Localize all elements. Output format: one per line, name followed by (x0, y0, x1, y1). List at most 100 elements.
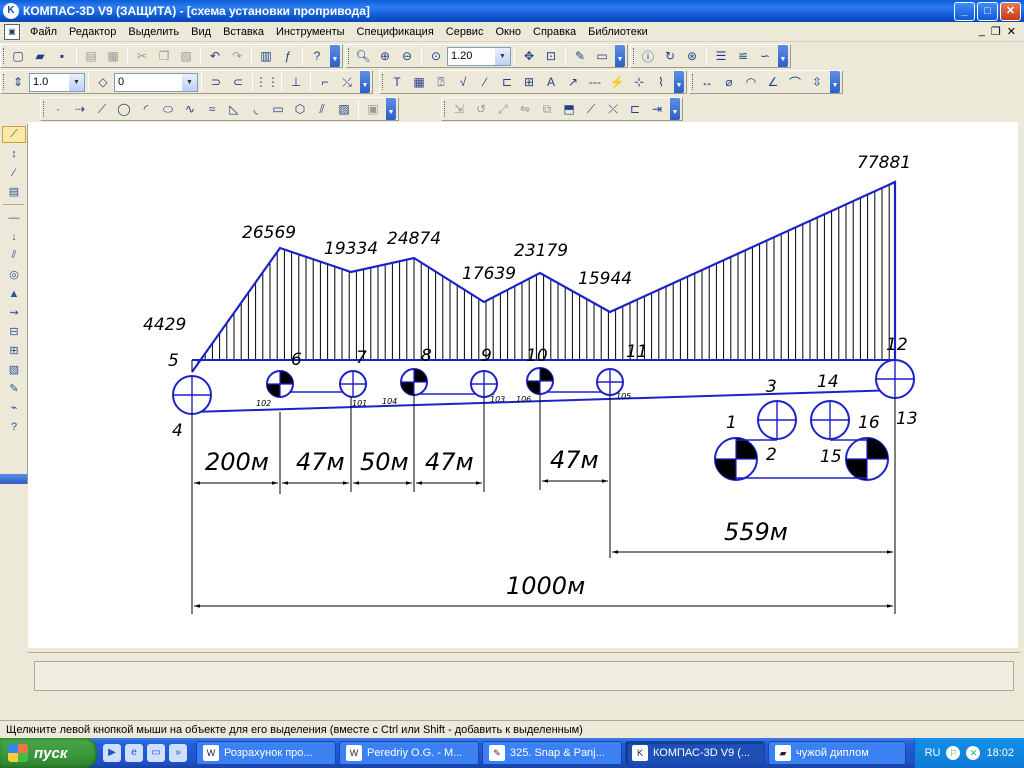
fragment-icon[interactable]: ⊟ (2, 323, 26, 340)
display-icon[interactable]: ▭ (591, 46, 613, 66)
center-mark-icon[interactable]: ⊹ (628, 72, 650, 92)
extend-icon[interactable]: ⇥ (646, 99, 668, 119)
line-width-combo[interactable]: 1.0 ▼ (29, 72, 85, 92)
drive-pulley[interactable] (400, 368, 428, 396)
hatch-icon[interactable]: ▨ (333, 99, 355, 119)
associative-views-icon[interactable]: ⇝ (2, 304, 26, 321)
height-dimension-icon[interactable]: ⇳ (806, 72, 828, 92)
properties-icon[interactable]: ☰ (710, 46, 732, 66)
angular-dimension-icon[interactable]: ∠ (762, 72, 784, 92)
quick-launch-more-icon[interactable]: » (169, 744, 187, 762)
chevron-down-icon[interactable]: ▼ (495, 47, 510, 65)
orthogonal-icon[interactable]: ⊥ (285, 72, 307, 92)
save-icon[interactable]: ▪ (51, 46, 73, 66)
arc-dimension-icon[interactable]: ⌒ (784, 72, 806, 92)
drive-pulley[interactable] (714, 437, 758, 481)
zoom-in-icon[interactable]: ⊕ (374, 46, 396, 66)
title-bar[interactable]: K КОМПАС-3D V9 (ЗАЩИТА) - [схема установ… (0, 0, 1024, 22)
pin-icon[interactable]: ⌁ (2, 399, 26, 416)
help-icon[interactable]: ? (2, 418, 26, 435)
deform-icon[interactable]: ⬒ (558, 99, 580, 119)
minimize-button[interactable]: _ (954, 1, 975, 21)
coordinates-icon[interactable]: ⤯ (336, 72, 358, 92)
line-icon[interactable]: — (2, 209, 26, 226)
open-folder-icon[interactable]: ▰ (29, 46, 51, 66)
clock[interactable]: 18:02 (986, 747, 1014, 759)
manager-icon[interactable]: ▥ (255, 46, 277, 66)
insert-icon[interactable]: ▧ (2, 361, 26, 378)
clip-icon[interactable]: ⊏ (624, 99, 646, 119)
cut-icon[interactable]: ✂ (131, 46, 153, 66)
trim-icon[interactable]: ⟋ (580, 99, 602, 119)
zoom-window-icon[interactable]: 🔍︎ (352, 46, 374, 66)
rectangle-icon[interactable]: ▭ (267, 99, 289, 119)
radial-dimension-icon[interactable]: ◠ (740, 72, 762, 92)
vertical-scrollbar[interactable] (1018, 122, 1024, 652)
drive-pulley[interactable] (266, 370, 294, 398)
macro-icon[interactable]: ✎ (2, 380, 26, 397)
task-word-rozrahunok[interactable]: W Розрахунок про... (196, 741, 336, 765)
volume-icon[interactable]: ✕ (966, 746, 981, 760)
print-icon[interactable]: ▤ (80, 46, 102, 66)
designations-panel-icon[interactable]: ∕ (2, 164, 26, 181)
menu-service[interactable]: Сервис (440, 22, 490, 42)
break-icon[interactable]: ⤫ (602, 99, 624, 119)
toolbar-overflow-icon[interactable]: ▼ (386, 98, 396, 120)
undo-icon[interactable]: ↶ (204, 46, 226, 66)
network-icon[interactable]: ⚐ (946, 746, 961, 760)
round-icon[interactable]: ⌐ (314, 72, 336, 92)
attributes-icon[interactable]: ∽ (754, 46, 776, 66)
ellipse-icon[interactable]: ⬭ (157, 99, 179, 119)
redo-icon[interactable]: ↷ (226, 46, 248, 66)
axis-icon[interactable]: --- (584, 72, 606, 92)
task-word-peredriy[interactable]: W Peredriy O.G. - M... (339, 741, 479, 765)
report-icon[interactable]: ⊞ (2, 342, 26, 359)
chevron-down-icon[interactable]: ▼ (182, 73, 197, 91)
mdi-minimize-button[interactable]: _ (979, 25, 985, 38)
measure-panel-icon[interactable]: ◎ (2, 266, 26, 283)
rotate-icon[interactable]: ↺ (470, 99, 492, 119)
show-all-icon[interactable]: ⊡ (540, 46, 562, 66)
polygon-icon[interactable]: ⬡ (289, 99, 311, 119)
paste-icon[interactable]: ▧ (175, 46, 197, 66)
table-icon[interactable]: ▦ (408, 72, 430, 92)
media-player-icon[interactable]: ▶ (103, 744, 121, 762)
toolbar-overflow-icon[interactable]: ▼ (360, 71, 370, 93)
mdi-restore-button[interactable]: ❐ (991, 25, 1001, 38)
print-preview-icon[interactable]: ▦ (102, 46, 124, 66)
zoom-out-icon[interactable]: ⊖ (396, 46, 418, 66)
grid-icon[interactable]: ⋮⋮ (255, 72, 279, 92)
layer-icon[interactable]: ◇ (92, 72, 114, 92)
bezier-icon[interactable]: ∿ (179, 99, 201, 119)
parameters-icon[interactable]: ↓ (2, 228, 26, 245)
start-button[interactable]: пуск (0, 738, 97, 768)
help-pointer-icon[interactable]: ? (306, 46, 328, 66)
select-panel-icon[interactable]: ▲ (2, 285, 26, 302)
dimensions-panel-icon[interactable]: ↕ (2, 145, 26, 162)
linear-dimension-icon[interactable]: ↔ (696, 72, 718, 92)
spline-icon[interactable]: ≈ (201, 99, 223, 119)
toolbar-overflow-icon[interactable]: ▼ (670, 98, 680, 120)
symmetry-icon[interactable]: ⇋ (514, 99, 536, 119)
library-icon[interactable]: ≌ (732, 46, 754, 66)
menu-specification[interactable]: Спецификация (351, 22, 440, 42)
drive-pulley[interactable] (845, 437, 889, 481)
variables-icon[interactable]: ƒ (277, 46, 299, 66)
auxiliary-line-icon[interactable]: ⇢ (69, 99, 91, 119)
base-icon[interactable]: ⊏ (496, 72, 518, 92)
copy-array-icon[interactable]: ⧉ (536, 99, 558, 119)
chamfer-icon[interactable]: ◺ (223, 99, 245, 119)
zoom-scale-icon[interactable]: ⊙ (425, 46, 447, 66)
point-icon[interactable]: · (47, 99, 69, 119)
scale-icon[interactable]: ⤢ (492, 99, 514, 119)
leader-icon[interactable]: ∕ (474, 72, 496, 92)
edit-panel-icon[interactable]: ⫽ (2, 247, 26, 264)
command-field[interactable] (34, 661, 1014, 691)
copy-icon[interactable]: ❐ (153, 46, 175, 66)
geometry-panel-icon[interactable]: ⟋ (2, 126, 26, 143)
text-icon[interactable]: T (386, 72, 408, 92)
new-document-icon[interactable]: ▢ (7, 46, 29, 66)
redraw-icon[interactable]: ✎ (569, 46, 591, 66)
segment-icon[interactable]: ⟋ (91, 99, 113, 119)
menu-select[interactable]: Выделить (122, 22, 185, 42)
